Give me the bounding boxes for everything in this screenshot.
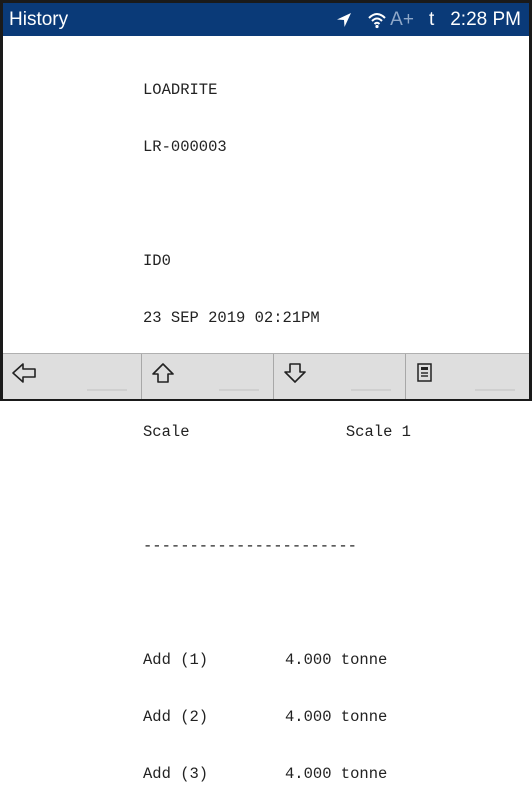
receipt-blank-4 bbox=[143, 594, 411, 613]
entry-label: Add (3) bbox=[143, 765, 209, 783]
device-frame: History A+ t 2:28 PM LOADRITE LR-000003 … bbox=[0, 0, 532, 783]
receipt-record-id: ID0 bbox=[143, 252, 171, 270]
t-indicator: t bbox=[428, 9, 435, 30]
receipt: LOADRITE LR-000003 ID0 23 SEP 2019 02:21… bbox=[143, 43, 411, 802]
history-content: LOADRITE LR-000003 ID0 23 SEP 2019 02:21… bbox=[3, 36, 529, 783]
clock-time: 2:28 PM bbox=[450, 9, 521, 30]
scroll-up-button[interactable] bbox=[142, 354, 274, 399]
softkey-bar bbox=[3, 353, 529, 399]
wifi-icon bbox=[367, 11, 387, 29]
receipt-device-id: LR-000003 bbox=[143, 138, 227, 156]
softkey-indicator bbox=[87, 389, 127, 391]
receipt-scale-row: Scale Scale 1 bbox=[143, 423, 411, 442]
entry-value: 4.000 tonne bbox=[285, 651, 388, 669]
list-item: Add (1) 4.000 tonne bbox=[143, 651, 411, 670]
list-item: Add (2) 4.000 tonne bbox=[143, 708, 411, 727]
signal-indicator: A+ bbox=[390, 9, 414, 30]
scroll-down-button[interactable] bbox=[274, 354, 406, 399]
scale-value: Scale 1 bbox=[345, 423, 411, 441]
softkey-indicator bbox=[219, 389, 259, 391]
softkey-indicator bbox=[351, 389, 391, 391]
softkey-indicator bbox=[475, 389, 515, 391]
receipt-brand: LOADRITE bbox=[143, 81, 218, 99]
header-bar: History A+ t 2:28 PM bbox=[3, 3, 529, 36]
entry-label: Add (1) bbox=[143, 651, 209, 669]
back-button[interactable] bbox=[3, 354, 142, 399]
entry-label: Add (2) bbox=[143, 708, 209, 726]
receipt-separator: ----------------------- bbox=[143, 537, 357, 555]
receipt-datetime: 23 SEP 2019 02:21PM bbox=[143, 309, 320, 327]
receipt-blank-1 bbox=[143, 195, 411, 214]
list-item: Add (3) 4.000 tonne bbox=[143, 765, 411, 784]
page-title: History bbox=[9, 9, 69, 30]
location-arrow-icon bbox=[335, 11, 353, 29]
status-bar: A+ t 2:28 PM bbox=[335, 8, 521, 31]
report-button[interactable] bbox=[406, 354, 529, 399]
receipt-blank-3 bbox=[143, 480, 411, 499]
entry-value: 4.000 tonne bbox=[285, 708, 388, 726]
entry-value: 4.000 tonne bbox=[285, 765, 388, 783]
scale-label: Scale bbox=[143, 423, 190, 441]
